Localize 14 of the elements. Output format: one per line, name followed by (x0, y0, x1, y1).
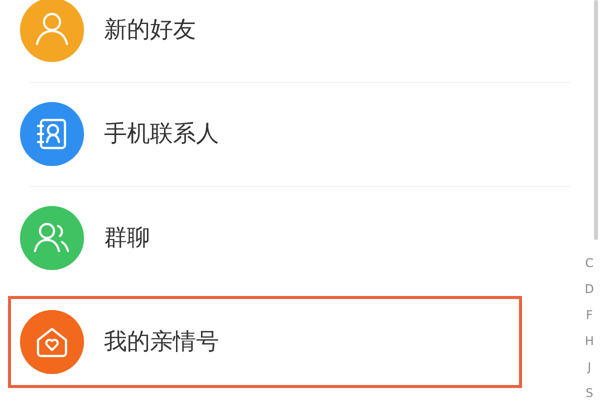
entry-label: 群聊 (104, 224, 150, 253)
index-letter[interactable]: S (586, 380, 594, 402)
index-letter[interactable]: F (586, 302, 593, 328)
index-letter[interactable]: D (584, 276, 594, 302)
index-letter[interactable]: H (584, 328, 594, 354)
entry-label: 我的亲情号 (104, 328, 219, 357)
index-letter[interactable]: J (588, 354, 592, 380)
index-letter[interactable]: C (585, 250, 594, 276)
contact-entry[interactable]: 群聊 (8, 192, 522, 284)
contact-entry[interactable]: 新的好友 (8, 0, 522, 76)
contact-entry[interactable]: 手机联系人 (8, 88, 522, 180)
entry-label: 新的好友 (104, 16, 196, 45)
contact-entry[interactable]: 我的亲情号 (8, 296, 522, 388)
entry-label: 手机联系人 (104, 120, 219, 149)
